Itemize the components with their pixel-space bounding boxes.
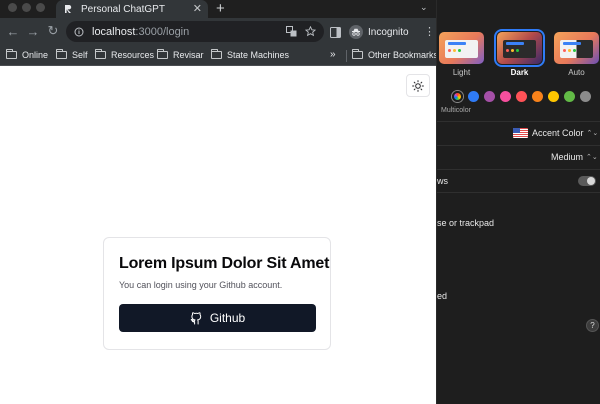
incognito-icon[interactable] [349, 25, 363, 39]
bookmark-self[interactable]: Self [56, 49, 88, 60]
tab-search-icon[interactable]: ⌄ [420, 2, 428, 13]
setting-toggle[interactable] [578, 176, 596, 186]
stepper-arrows-icon: ⌃⌄ [586, 129, 599, 137]
theme-toggle-button[interactable] [406, 74, 430, 97]
window-setting-label: ws [437, 176, 448, 186]
bookmark-star-icon[interactable] [305, 26, 316, 37]
window-zoom-dot[interactable] [36, 3, 45, 12]
browser-tab[interactable]: Personal ChatGPT ✕ [56, 0, 208, 18]
folder-icon [6, 49, 17, 59]
bookmark-online[interactable]: Online [6, 49, 49, 60]
help-button[interactable]: ? [586, 319, 599, 332]
new-tab-button[interactable]: + [216, 1, 225, 16]
login-card: Lorem Ipsum Dolor Sit Amet You can login… [103, 237, 331, 350]
other-bookmarks[interactable]: Other Bookmarks [352, 49, 436, 60]
appearance-settings-panel: Light Dark Auto Multicolor Accent Color … [436, 0, 600, 404]
preview-bar [448, 42, 466, 45]
preview-bar [563, 42, 581, 45]
forward-icon[interactable]: → [24, 22, 42, 40]
back-icon[interactable]: ← [4, 22, 22, 40]
flag-icon [513, 128, 528, 138]
appearance-auto-option[interactable] [554, 32, 599, 64]
r-logo-icon [62, 3, 74, 15]
site-info-icon[interactable] [74, 27, 84, 37]
stepper-arrows-icon: ⌃⌄ [586, 153, 598, 161]
window-minimize-dot[interactable] [22, 3, 31, 12]
bookmarks-overflow-button[interactable]: » [330, 49, 336, 60]
bookmark-revisar[interactable]: Revisar [157, 49, 204, 60]
folder-icon [95, 49, 106, 59]
accent-swatch-multicolor[interactable] [452, 91, 463, 102]
highlight-size-value: Medium [551, 152, 584, 162]
appearance-light-option[interactable] [439, 32, 484, 64]
bookmarks-divider [346, 50, 347, 62]
appearance-auto-label: Auto [568, 68, 585, 77]
browser-menu-icon[interactable]: ⋮ [424, 25, 435, 38]
accent-swatches [452, 91, 591, 102]
sun-icon [412, 79, 424, 92]
tab-strip: Personal ChatGPT ✕ + ⌄ [0, 0, 436, 18]
accent-swatch-blue[interactable] [468, 91, 479, 102]
side-panel-icon[interactable] [330, 26, 341, 38]
toolbar-right: Incognito [330, 22, 409, 42]
github-button-label: Github [209, 311, 246, 325]
tab-close-icon[interactable]: ✕ [193, 3, 202, 15]
accent-color-select[interactable]: Accent Color ⌃⌄ [513, 128, 598, 138]
accent-swatch-red[interactable] [516, 91, 527, 102]
accent-swatch-graphite[interactable] [580, 91, 591, 102]
multicolor-label: Multicolor [441, 107, 471, 114]
url-text[interactable]: localhost:3000/login [92, 26, 278, 38]
bookmark-label: Revisar [173, 50, 204, 60]
preview-dots [506, 49, 519, 52]
divider [437, 145, 600, 146]
bookmarks-bar: Online Self Resources Revisar State Mach… [0, 46, 436, 66]
bookmark-resources[interactable]: Resources [95, 49, 155, 60]
accent-swatch-purple[interactable] [484, 91, 495, 102]
folder-icon [157, 49, 168, 59]
bookmark-label: Other Bookmarks [368, 50, 436, 60]
browser-toolbar: ← → ↻ localhost:3000/login Incognito ⋮ [0, 18, 436, 46]
divider [437, 121, 600, 122]
address-bar[interactable]: localhost:3000/login [66, 21, 324, 42]
bookmark-label: Self [72, 50, 88, 60]
bookmark-state-machines[interactable]: State Machines [211, 49, 290, 60]
appearance-light-label: Light [452, 68, 471, 77]
accent-swatch-yellow[interactable] [548, 91, 559, 102]
preview-dots [448, 49, 461, 52]
accent-swatch-green[interactable] [564, 91, 575, 102]
accent-swatch-orange[interactable] [532, 91, 543, 102]
folder-icon [211, 49, 222, 59]
appearance-dark-label: Dark [510, 68, 529, 77]
divider [437, 169, 600, 170]
card-title: Lorem Ipsum Dolor Sit Amet [119, 255, 330, 272]
github-icon [190, 311, 203, 325]
preview-dots [563, 49, 576, 52]
translate-icon[interactable] [286, 26, 297, 37]
highlight-size-select[interactable]: Medium ⌃⌄ [551, 152, 598, 162]
bookmark-label: Online [22, 50, 49, 60]
preview-bar [506, 42, 524, 45]
setting-label: ed [437, 291, 448, 301]
window-close-dot[interactable] [8, 3, 17, 12]
card-subtitle: You can login using your Github account. [119, 280, 283, 290]
url-path: :3000/login [135, 25, 190, 38]
browser-window: Personal ChatGPT ✕ + ⌄ ← → ↻ localhost:3… [0, 0, 436, 404]
trackpad-setting-label: se or trackpad [437, 218, 495, 228]
login-page: Lorem Ipsum Dolor Sit Amet You can login… [0, 67, 436, 404]
github-login-button[interactable]: Github [119, 304, 316, 332]
reload-icon[interactable]: ↻ [44, 22, 62, 40]
bookmark-label: State Machines [227, 50, 290, 60]
accent-swatch-pink[interactable] [500, 91, 511, 102]
url-host: localhost [92, 25, 136, 38]
folder-icon [56, 49, 67, 59]
accent-color-value: Accent Color [532, 128, 584, 138]
incognito-label[interactable]: Incognito [368, 27, 409, 38]
bookmark-label: Resources [111, 50, 155, 60]
divider [437, 192, 600, 193]
tab-title: Personal ChatGPT [81, 3, 165, 15]
folder-icon [352, 49, 363, 59]
appearance-dark-option[interactable] [494, 29, 545, 67]
